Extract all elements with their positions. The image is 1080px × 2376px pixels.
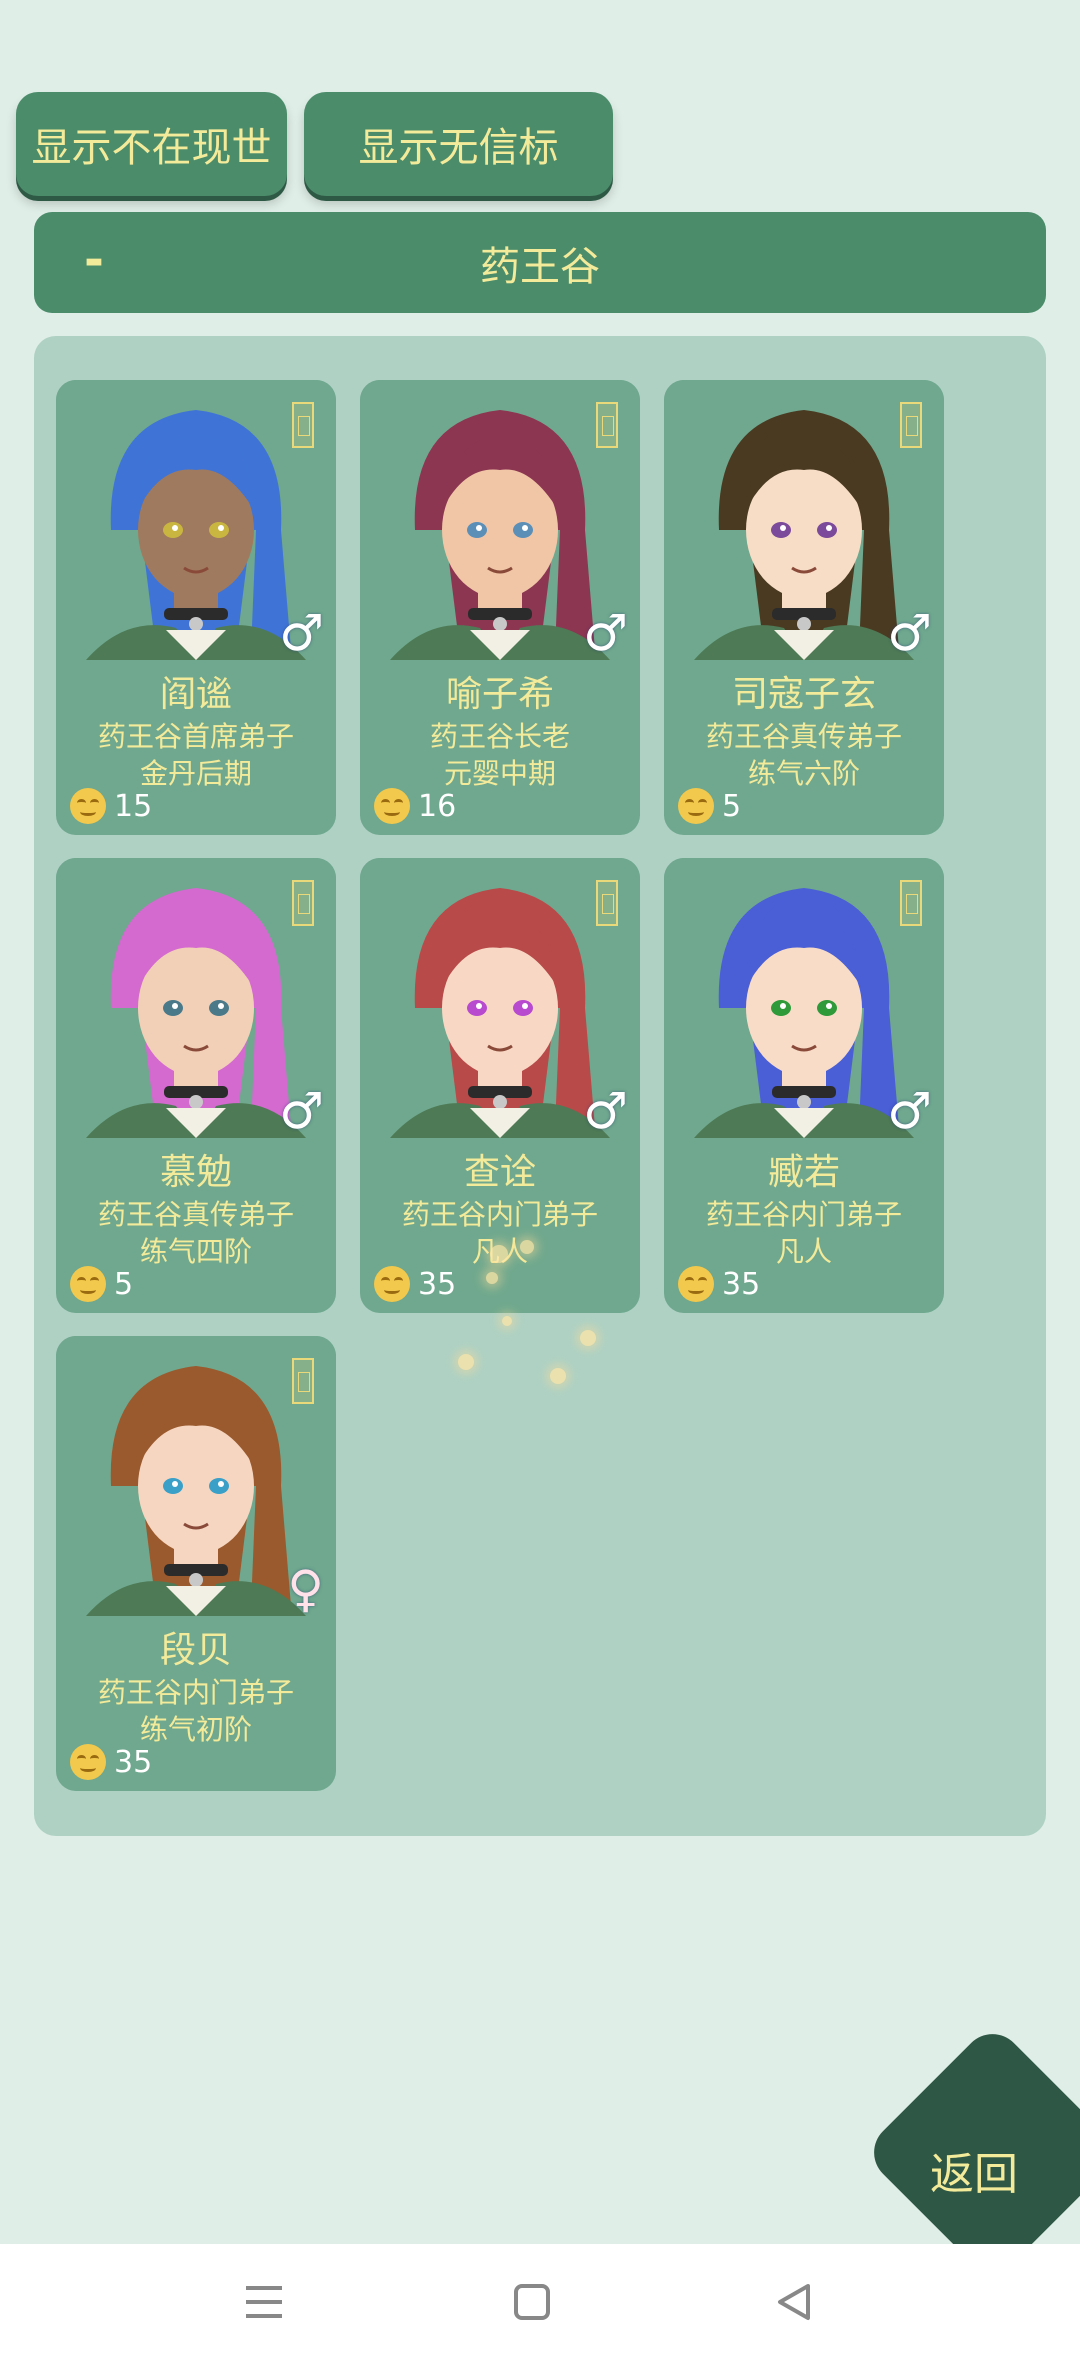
disciple-title: 药王谷内门弟子 [705, 1198, 902, 1231]
square-home-icon[interactable] [512, 2282, 552, 2322]
smile-face-icon [374, 1266, 410, 1302]
sparkle-effect [520, 1240, 534, 1254]
disciple-card[interactable]: ♂ 喻子希 药王谷长老 元婴中期 16 [360, 380, 640, 835]
disciple-title: 药王谷内门弟子 [97, 1676, 294, 1709]
disciple-title: 药王谷长老 [429, 720, 570, 753]
female-icon: ♀ [287, 1560, 324, 1618]
disciple-title: 药王谷真传弟子 [705, 720, 902, 753]
disciple-title: 药王谷首席弟子 [97, 720, 294, 753]
smile-face-icon [678, 1266, 714, 1302]
talisman-icon [900, 880, 922, 926]
sparkle-effect [458, 1354, 474, 1370]
male-icon: ♂ [279, 1082, 324, 1140]
mood-indicator: 5 [70, 1266, 133, 1302]
talisman-icon [596, 880, 618, 926]
talisman-icon [292, 1358, 314, 1404]
disciple-realm: 练气四阶 [139, 1235, 252, 1268]
sparkle-effect [502, 1316, 512, 1326]
mood-value: 16 [418, 788, 457, 824]
disciple-name: 段贝 [159, 1630, 232, 1671]
smile-face-icon [70, 788, 106, 824]
talisman-icon [292, 402, 314, 448]
mood-indicator: 15 [70, 788, 152, 824]
mood-indicator: 5 [678, 788, 741, 824]
disciple-realm: 金丹后期 [139, 757, 252, 790]
disciple-name: 臧若 [767, 1152, 840, 1193]
smile-face-icon [70, 1266, 106, 1302]
sparkle-effect [486, 1272, 498, 1284]
male-icon: ♂ [887, 1082, 932, 1140]
show-absent-button[interactable]: 显示不在现世 [16, 92, 287, 196]
disciple-title: 药王谷真传弟子 [97, 1198, 294, 1231]
disciple-realm: 元婴中期 [443, 757, 556, 790]
male-icon: ♂ [583, 604, 628, 662]
mood-indicator: 35 [70, 1744, 152, 1780]
mood-value: 35 [722, 1266, 761, 1302]
disciple-card[interactable]: ♂ 阎谧 药王谷首席弟子 金丹后期 15 [56, 380, 336, 835]
mood-indicator: 35 [374, 1266, 456, 1302]
male-icon: ♂ [887, 604, 932, 662]
disciple-name: 慕勉 [159, 1152, 232, 1193]
disciple-realm: 练气初阶 [139, 1713, 252, 1746]
mood-value: 35 [418, 1266, 457, 1302]
sparkle-effect [550, 1368, 566, 1384]
mood-value: 5 [114, 1266, 134, 1302]
talisman-icon [596, 402, 618, 448]
smile-face-icon [374, 788, 410, 824]
sparkle-effect [580, 1330, 596, 1346]
show-no-beacon-button[interactable]: 显示无信标 [304, 92, 613, 196]
disciple-name: 阎谧 [159, 674, 232, 715]
disciple-realm: 练气六阶 [747, 757, 860, 790]
sect-header[interactable]: - 药王谷 [34, 212, 1046, 313]
disciple-name: 司寇子玄 [731, 674, 876, 715]
disciple-title: 药王谷内门弟子 [401, 1198, 598, 1231]
smile-face-icon [678, 788, 714, 824]
mood-value: 35 [114, 1744, 153, 1780]
male-icon: ♂ [279, 604, 324, 662]
talisman-icon [900, 402, 922, 448]
sect-title: 药王谷 [480, 243, 600, 290]
talisman-icon [292, 880, 314, 926]
collapse-toggle[interactable]: - [84, 232, 104, 288]
disciple-panel: ♂ 阎谧 药王谷首席弟子 金丹后期 15 ♂ 喻子希 药王谷长老 元婴中期 16… [34, 336, 1046, 1836]
system-navigation-bar [0, 2244, 1080, 2376]
disciple-name: 查诠 [463, 1152, 536, 1193]
male-icon: ♂ [583, 1082, 628, 1140]
mood-value: 5 [722, 788, 742, 824]
mood-value: 15 [114, 788, 153, 824]
disciple-realm: 凡人 [775, 1235, 832, 1268]
disciple-card[interactable]: ♂ 臧若 药王谷内门弟子 凡人 35 [664, 858, 944, 1313]
disciple-card[interactable]: ♂ 慕勉 药王谷真传弟子 练气四阶 5 [56, 858, 336, 1313]
triangle-back-icon[interactable] [774, 2282, 814, 2322]
sparkle-effect [490, 1245, 508, 1263]
mood-indicator: 16 [374, 788, 456, 824]
smile-face-icon [70, 1744, 106, 1780]
disciple-name: 喻子希 [445, 674, 554, 715]
mood-indicator: 35 [678, 1266, 760, 1302]
disciple-card[interactable]: ♀ 段贝 药王谷内门弟子 练气初阶 35 [56, 1336, 336, 1791]
menu-lines-icon[interactable] [244, 2282, 284, 2322]
disciple-card[interactable]: ♂ 司寇子玄 药王谷真传弟子 练气六阶 5 [664, 380, 944, 835]
